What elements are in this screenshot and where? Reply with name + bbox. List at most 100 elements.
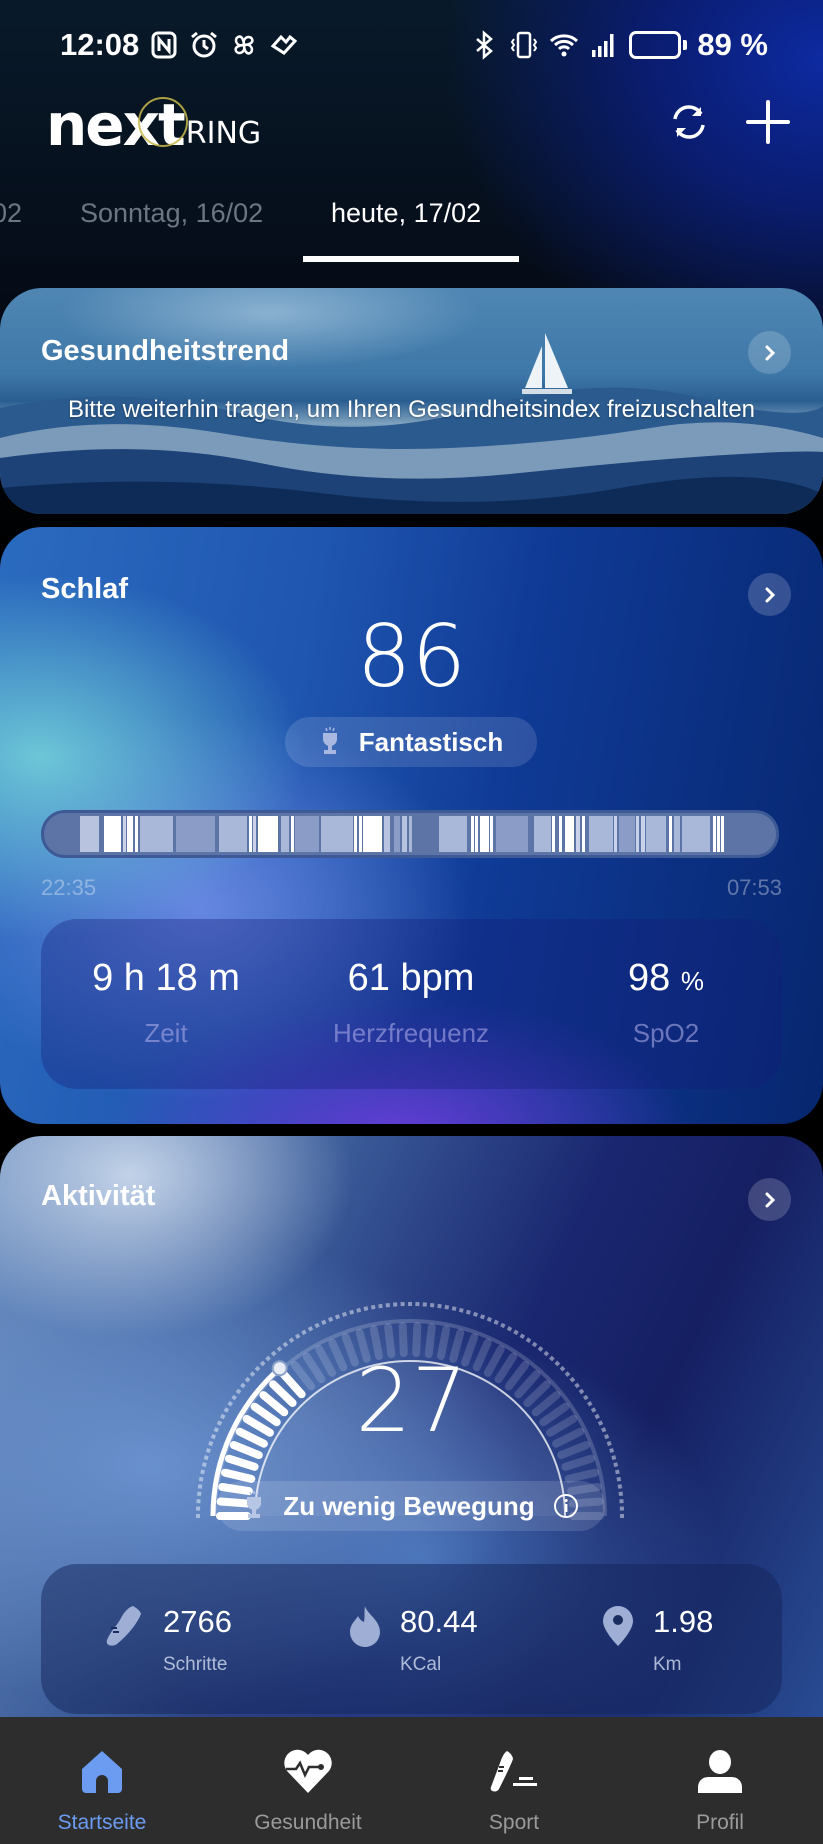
- sleep-stage-segment: [176, 816, 215, 852]
- gauge-outer-dot: [203, 1455, 209, 1461]
- add-button[interactable]: [742, 96, 794, 148]
- sleep-card[interactable]: Schlaf 86 Fantastisch 22:35 07:53 9 h 18…: [0, 527, 823, 1124]
- gauge-outer-dot: [196, 1514, 200, 1518]
- sleep-stat-heart-rate: 61 bpm Herzfrequenz: [296, 957, 526, 1049]
- activity-stat-distance: 1.98 Km: [601, 1604, 713, 1676]
- plus-icon: [746, 100, 790, 144]
- sleep-stage-segment: [565, 816, 574, 852]
- sleep-stage-segment: [80, 816, 99, 852]
- date-tab-today[interactable]: heute, 17/02: [331, 198, 481, 229]
- gauge-outer-dot: [198, 1476, 204, 1482]
- nav-label-sport: Sport: [488, 1811, 540, 1834]
- gauge-outer-dot: [307, 1326, 314, 1332]
- gauge-outer-dot: [437, 1303, 442, 1309]
- sleep-stage-segment: [295, 816, 319, 852]
- sleep-stage-segment: [135, 816, 138, 852]
- nav-item-startseite[interactable]: Startseite: [12, 1717, 192, 1844]
- sleep-score: 86: [356, 607, 467, 707]
- sleep-stage-segment: [480, 816, 489, 852]
- sleep-stage-segment: [363, 816, 382, 852]
- battery-indicator: [629, 31, 688, 59]
- gauge-outer-dot: [197, 1491, 202, 1496]
- gauge-outer-dot: [196, 1506, 201, 1511]
- sleep-stage-segment: [534, 816, 551, 852]
- gauge-outer-dot: [378, 1303, 383, 1309]
- health-trend-title: Gesundheitstrend: [41, 335, 290, 367]
- gauge-outer-dot: [506, 1326, 513, 1332]
- nav-item-gesundheit[interactable]: Gesundheit: [218, 1717, 398, 1844]
- gauge-tick-empty: [561, 1454, 596, 1471]
- gauge-tick-filled: [224, 1454, 259, 1471]
- nav-item-sport[interactable]: Sport: [424, 1717, 604, 1844]
- fan-icon: [229, 29, 259, 61]
- sleep-rating-badge: Fantastisch: [285, 717, 537, 767]
- activity-card[interactable]: Aktivität 27 Zu wenig Bewegung 2766 Schr…: [0, 1136, 823, 1776]
- home-icon: [77, 1749, 127, 1795]
- sleep-stage-segment: [219, 816, 247, 852]
- gauge-outer-dot: [363, 1306, 369, 1311]
- gauge-outer-dot: [611, 1455, 617, 1461]
- gauge-outer-dot: [349, 1309, 355, 1315]
- gauge-outer-dot: [294, 1333, 301, 1339]
- sleep-stage-segment: [291, 816, 294, 852]
- gauge-tick-empty: [564, 1468, 599, 1483]
- sleep-stage-segment: [636, 816, 639, 852]
- activity-rating-label: Zu wenig Bewegung: [283, 1490, 535, 1521]
- gauge-outer-dot: [422, 1302, 427, 1307]
- gauge-outer-dot: [493, 1319, 499, 1325]
- sleep-stage-segment: [674, 816, 680, 852]
- sleep-stage-segment: [409, 816, 412, 852]
- sleep-stage-segment: [140, 816, 173, 852]
- nav-item-profil[interactable]: Profil: [630, 1717, 810, 1844]
- shoe-icon: [106, 1606, 141, 1646]
- sleep-stat-spo2: 98 % SpO2: [561, 957, 771, 1049]
- date-tab-sunday[interactable]: Sonntag, 16/02: [80, 198, 263, 229]
- sleep-stage-segment: [359, 816, 362, 852]
- gauge-outer-dot: [458, 1307, 464, 1313]
- gauge-outer-dot: [609, 1447, 615, 1454]
- info-icon[interactable]: [553, 1493, 579, 1519]
- status-time: 12:08: [60, 27, 140, 62]
- gauge-outer-dot: [301, 1329, 307, 1336]
- health-trend-card[interactable]: Gesundheitstrend Bitte weiterhin tragen,…: [0, 288, 823, 514]
- sync-button[interactable]: [663, 96, 715, 148]
- nav-label-startseite: Startseite: [57, 1811, 147, 1834]
- gauge-outer-dot: [430, 1303, 435, 1308]
- sleep-stage-segment: [127, 816, 133, 852]
- trophy-icon: [322, 727, 337, 754]
- gauge-outer-dot: [276, 1346, 283, 1352]
- trophy-icon: [247, 1491, 262, 1518]
- gauge-tick-empty: [557, 1441, 591, 1460]
- gauge-outer-dot: [393, 1302, 398, 1307]
- gauge-outer-dot: [619, 1506, 624, 1511]
- calories-label: KCal: [400, 1654, 442, 1675]
- gauge-outer-dot: [537, 1346, 544, 1352]
- gauge-outer-dot: [197, 1484, 203, 1489]
- activity-open-button[interactable]: [748, 1178, 791, 1221]
- sleep-open-button[interactable]: [748, 573, 791, 616]
- steps-value: 2766: [163, 1604, 232, 1639]
- flame-icon: [350, 1606, 380, 1647]
- sleep-stage-segment: [394, 816, 400, 852]
- sleep-stage-segment: [321, 816, 353, 852]
- gauge-outer-dot: [513, 1329, 519, 1336]
- gauge-outer-dot: [400, 1302, 405, 1307]
- gauge-outer-dot: [616, 1476, 622, 1482]
- sleep-stage-segment: [253, 816, 256, 852]
- wifi-icon: [549, 29, 579, 61]
- gauge-outer-dot: [288, 1337, 295, 1343]
- signal-icon: [589, 29, 619, 61]
- sleep-stat-time: 9 h 18 m Zeit: [61, 957, 271, 1049]
- activity-stat-calories: 80.44 KCal: [348, 1604, 478, 1676]
- sneaker-icon: [489, 1749, 539, 1795]
- health-trend-open-button[interactable]: [748, 331, 791, 374]
- sleep-phase-bar[interactable]: [41, 810, 779, 858]
- app-header: next RING: [0, 90, 823, 154]
- chevron-right-icon: [765, 1192, 775, 1207]
- gauge-outer-dot: [205, 1447, 211, 1454]
- gauge-outer-dot: [479, 1314, 486, 1320]
- date-tab-previous[interactable]: 02: [0, 198, 22, 229]
- sleep-stage-segment: [682, 816, 710, 852]
- distance-label: Km: [653, 1654, 682, 1675]
- nav-label-profil: Profil: [696, 1811, 744, 1834]
